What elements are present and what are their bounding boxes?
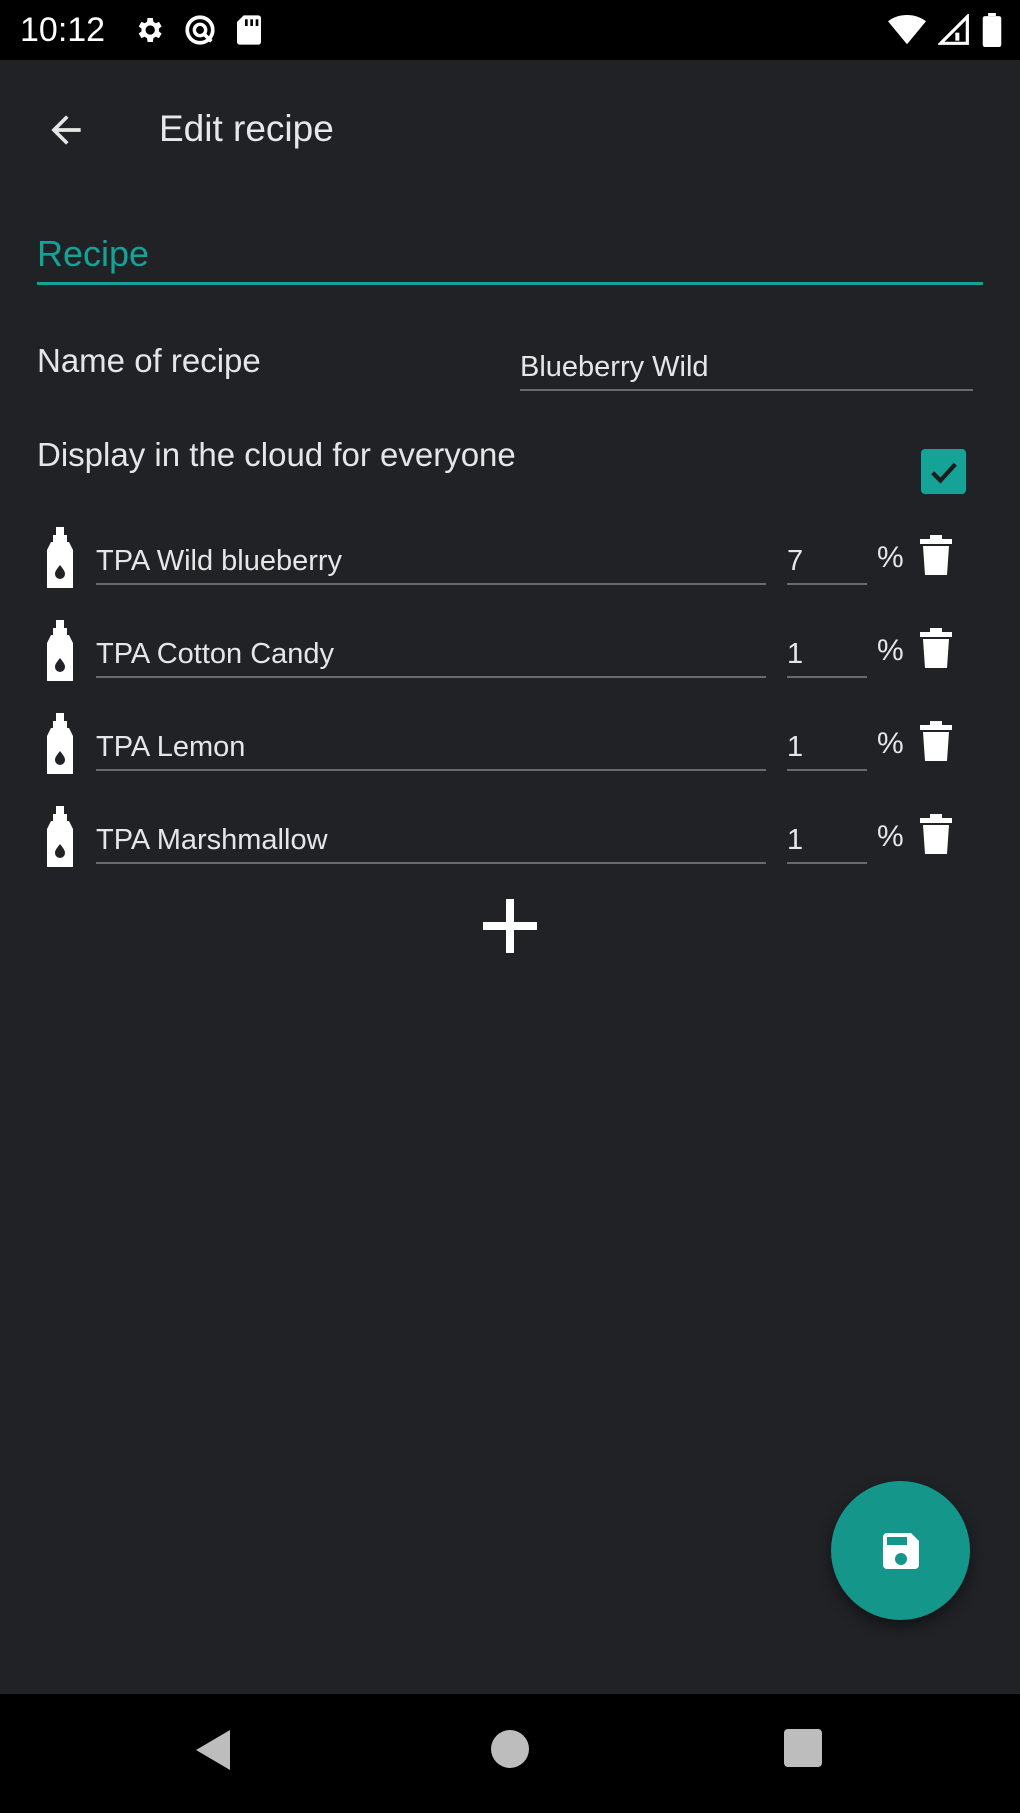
vpn-icon [185,15,215,45]
ingredient-name-input[interactable] [96,725,766,771]
battery-icon [982,13,1002,47]
plus-icon[interactable] [480,896,540,956]
wifi-icon [888,14,926,45]
delete-icon[interactable] [920,628,952,668]
ingredient-row: % [0,800,1020,880]
nav-home-icon[interactable] [491,1730,529,1768]
arrow-back-icon [51,115,81,145]
bottle-icon [47,620,73,681]
ingredient-row: % [0,521,1020,601]
recipe-name-input[interactable] [520,345,973,391]
ingredient-percent-input[interactable] [787,539,867,585]
app-bar: Edit recipe [0,60,1020,192]
delete-icon[interactable] [920,814,952,854]
status-icons-right [888,13,1002,47]
status-time: 10:12 [20,11,106,49]
cloud-display-checkbox[interactable] [921,449,966,494]
delete-icon[interactable] [920,535,952,575]
ingredient-percent-input[interactable] [787,632,867,678]
ingredient-row: % [0,707,1020,787]
page-title: Edit recipe [159,108,334,149]
ingredient-name-input[interactable] [96,539,766,585]
ingredient-row: % [0,614,1020,694]
percent-unit: % [877,727,904,760]
section-title: Recipe [37,233,150,274]
nav-recents-icon[interactable] [784,1729,822,1767]
ingredient-percent-input[interactable] [787,725,867,771]
bottle-icon [47,713,73,774]
save-button[interactable] [831,1481,970,1620]
navigation-bar [0,1694,1020,1813]
bottle-icon [47,806,73,867]
percent-unit: % [877,541,904,574]
section-header-recipe: Recipe [37,228,983,285]
sd-card-icon [237,15,261,45]
ingredient-name-input[interactable] [96,818,766,864]
back-button[interactable] [34,98,98,162]
signal-icon [938,14,969,45]
ingredient-percent-input[interactable] [787,818,867,864]
percent-unit: % [877,634,904,667]
cloud-display-label: Display in the cloud for everyone [37,436,516,473]
status-bar: 10:12 [0,0,1020,60]
bottle-icon [47,527,73,588]
ingredient-name-input[interactable] [96,632,766,678]
nav-back-icon[interactable] [194,1728,232,1772]
gear-icon [138,18,162,42]
checkmark-icon [930,462,957,484]
delete-icon[interactable] [920,721,952,761]
recipe-name-label: Name of recipe [37,342,261,379]
percent-unit: % [877,820,904,853]
floppy-disk-icon [882,1532,919,1569]
status-icons-left [133,13,263,47]
